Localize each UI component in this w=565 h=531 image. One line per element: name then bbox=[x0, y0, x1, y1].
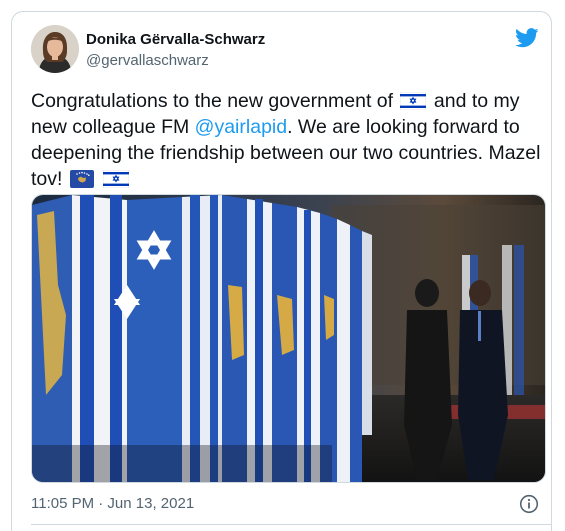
kosovo-flag-emoji bbox=[69, 170, 94, 188]
tweet-text: Congratulations to the new government of… bbox=[31, 88, 541, 192]
tweet-text-part1: Congratulations to the new government of bbox=[31, 90, 394, 112]
tweet-card: Donika Gërvalla-Schwarz @gervallaschwarz… bbox=[11, 11, 552, 531]
tweet-photo[interactable] bbox=[31, 194, 546, 483]
tweet-timestamp[interactable]: 11:05 PM · Jun 13, 2021 bbox=[31, 495, 194, 512]
avatar-image bbox=[31, 25, 79, 73]
flags-photo bbox=[32, 195, 545, 482]
mention-link[interactable]: @yairlapid bbox=[195, 116, 287, 138]
israel-flag-emoji bbox=[400, 92, 427, 110]
avatar[interactable] bbox=[31, 25, 79, 73]
author-name[interactable]: Donika Gërvalla-Schwarz bbox=[86, 31, 265, 48]
info-icon[interactable] bbox=[519, 494, 539, 514]
israel-flag-emoji bbox=[103, 170, 130, 188]
twitter-bird-icon[interactable] bbox=[515, 28, 539, 48]
author-handle[interactable]: @gervallaschwarz bbox=[86, 52, 209, 69]
